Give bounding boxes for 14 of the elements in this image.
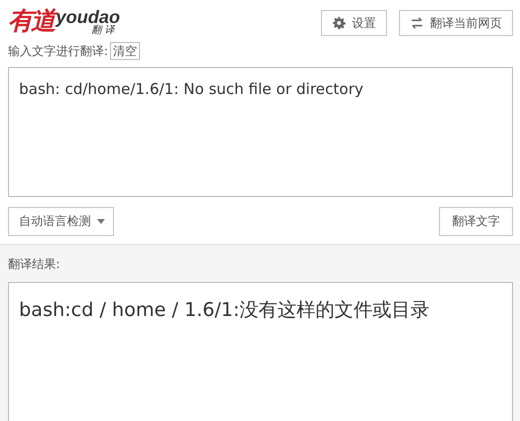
- translate-button[interactable]: 翻译文字: [439, 207, 513, 236]
- logo-wordmark: youdao: [56, 8, 120, 26]
- translate-page-button[interactable]: 翻译当前网页: [399, 10, 513, 36]
- clear-button[interactable]: 清空: [110, 42, 140, 60]
- result-label: 翻译结果:: [8, 256, 62, 273]
- caret-icon: [97, 219, 105, 224]
- settings-icon: [332, 16, 346, 30]
- settings-button[interactable]: 设置: [321, 10, 387, 36]
- swap-icon: [410, 16, 424, 30]
- input-field[interactable]: bash: cd/home/1.6/1: No such file or directory: [8, 67, 513, 197]
- result-text: bash:cd / home / 1.6/1:没有这样的文件或目录: [19, 299, 430, 321]
- input-label: 输入文字进行翻译:: [8, 42, 108, 60]
- logo-subtitle: 翻 译: [91, 26, 115, 36]
- language-dropdown[interactable]: 自动语言检测: [8, 207, 114, 236]
